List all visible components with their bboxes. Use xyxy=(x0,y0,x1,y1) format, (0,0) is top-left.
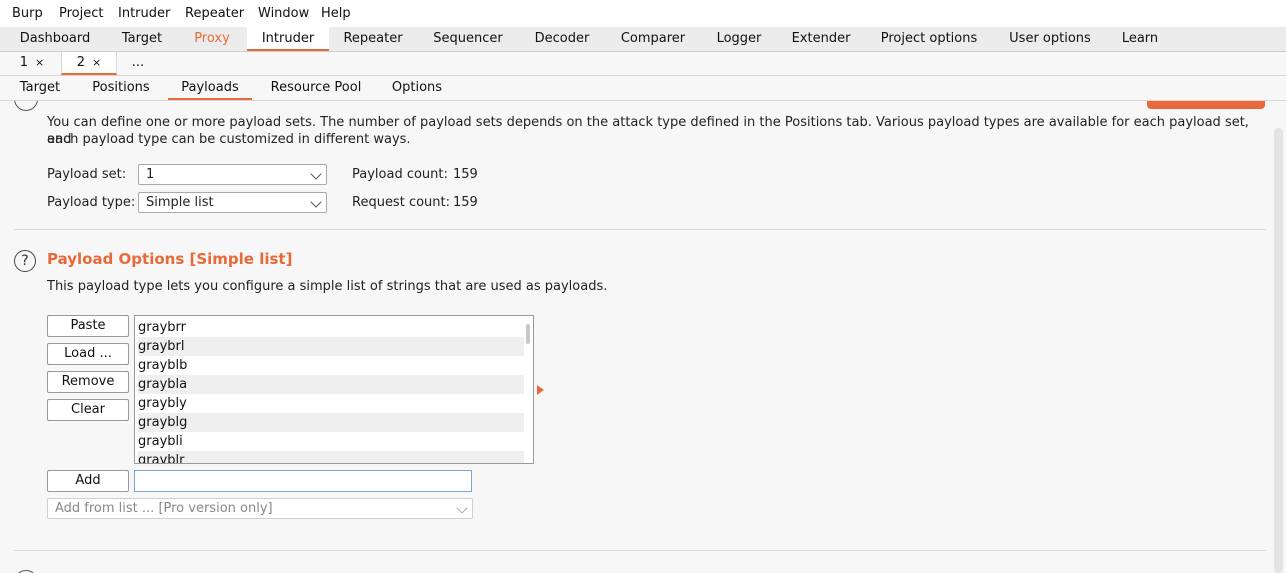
payload-type-value: Simple list xyxy=(146,195,214,210)
payload-set-label: Payload set: xyxy=(47,167,127,182)
list-item[interactable]: grayblr xyxy=(138,451,524,463)
expand-arrow-icon[interactable] xyxy=(537,385,544,395)
menu-intruder[interactable]: Intruder xyxy=(118,6,170,21)
payload-sets-description-cont: each payload type can be customized in d… xyxy=(47,132,411,147)
tab-decoder[interactable]: Decoder xyxy=(520,27,604,51)
subtab-options[interactable]: Options xyxy=(384,76,450,100)
tab-comparer[interactable]: Comparer xyxy=(607,27,699,51)
payload-list[interactable]: graybrr graybrl grayblb graybla graybly … xyxy=(134,315,534,464)
start-attack-button[interactable] xyxy=(1147,101,1265,109)
tab-sequencer[interactable]: Sequencer xyxy=(420,27,516,51)
subtab-payloads[interactable]: Payloads xyxy=(168,76,252,100)
menu-burp[interactable]: Burp xyxy=(12,6,43,21)
subtab-target[interactable]: Target xyxy=(10,76,70,100)
menu-bar: Burp Project Intruder Repeater Window He… xyxy=(0,0,1286,28)
intruder-instance-tabs: 1 × 2 × ... xyxy=(0,52,1286,76)
request-count-label: Request count: xyxy=(352,195,450,210)
list-item[interactable]: graybla xyxy=(138,375,524,394)
section-divider xyxy=(14,229,1266,230)
payloads-panel: You can define one or more payload sets.… xyxy=(0,101,1270,573)
instance-tab-label: 1 xyxy=(19,55,29,70)
tab-logger[interactable]: Logger xyxy=(703,27,775,51)
help-icon[interactable] xyxy=(14,101,38,111)
list-item[interactable]: graybrl xyxy=(138,337,524,356)
tab-proxy[interactable]: Proxy xyxy=(180,27,244,51)
instance-tab-2[interactable]: 2 × xyxy=(61,52,117,75)
list-item[interactable]: graybrr xyxy=(138,318,524,337)
help-icon[interactable]: ? xyxy=(14,250,36,272)
chevron-down-icon xyxy=(310,168,322,180)
payload-options-description: This payload type lets you configure a s… xyxy=(47,279,608,294)
main-tab-bar: Dashboard Target Proxy Intruder Repeater… xyxy=(0,27,1286,52)
list-item[interactable]: grayblb xyxy=(138,356,524,375)
new-tab-button[interactable]: ... xyxy=(120,52,156,75)
list-item[interactable]: graybly xyxy=(138,394,524,413)
clear-button[interactable]: Clear xyxy=(47,399,129,421)
tab-repeater[interactable]: Repeater xyxy=(330,27,416,51)
chevron-down-icon xyxy=(310,196,322,208)
menu-window[interactable]: Window xyxy=(258,6,309,21)
instance-tab-label: 2 xyxy=(76,55,86,70)
menu-project[interactable]: Project xyxy=(59,6,103,21)
vertical-scrollbar[interactable] xyxy=(1274,128,1283,573)
tab-intruder[interactable]: Intruder xyxy=(247,27,329,51)
tab-target[interactable]: Target xyxy=(108,27,176,51)
payload-set-value: 1 xyxy=(146,167,155,182)
menu-help[interactable]: Help xyxy=(321,6,351,21)
list-scrollbar[interactable] xyxy=(526,324,530,344)
payload-set-select[interactable]: 1 xyxy=(138,164,327,185)
load-button[interactable]: Load ... xyxy=(47,343,129,365)
instance-tab-1[interactable]: 1 × xyxy=(8,52,56,75)
close-icon[interactable]: × xyxy=(92,56,101,69)
tab-extender[interactable]: Extender xyxy=(779,27,863,51)
subtab-positions[interactable]: Positions xyxy=(84,76,158,100)
tab-dashboard[interactable]: Dashboard xyxy=(5,27,105,51)
add-item-input[interactable] xyxy=(134,470,472,492)
payload-count-value: 159 xyxy=(453,167,478,182)
tab-learn[interactable]: Learn xyxy=(1109,27,1171,51)
tab-project-options[interactable]: Project options xyxy=(867,27,991,51)
payload-type-label: Payload type: xyxy=(47,195,136,210)
payload-type-select[interactable]: Simple list xyxy=(138,192,327,213)
add-from-list-select: Add from list ... [Pro version only] xyxy=(47,498,473,519)
payload-options-title: Payload Options [Simple list] xyxy=(47,250,293,268)
add-button[interactable]: Add xyxy=(47,470,129,492)
menu-repeater[interactable]: Repeater xyxy=(185,6,244,21)
chevron-down-icon xyxy=(456,502,468,514)
paste-button[interactable]: Paste xyxy=(47,315,129,337)
list-item[interactable]: graybli xyxy=(138,432,524,451)
tab-user-options[interactable]: User options xyxy=(995,27,1105,51)
close-icon[interactable]: × xyxy=(35,56,44,69)
list-item[interactable]: grayblg xyxy=(138,413,524,432)
payload-count-label: Payload count: xyxy=(352,167,448,182)
request-count-value: 159 xyxy=(453,195,478,210)
remove-button[interactable]: Remove xyxy=(47,371,129,393)
add-from-list-value: Add from list ... [Pro version only] xyxy=(55,501,273,516)
subtab-resource-pool[interactable]: Resource Pool xyxy=(262,76,370,100)
intruder-sub-tabs: Target Positions Payloads Resource Pool … xyxy=(0,76,1286,101)
section-divider xyxy=(14,550,1266,551)
